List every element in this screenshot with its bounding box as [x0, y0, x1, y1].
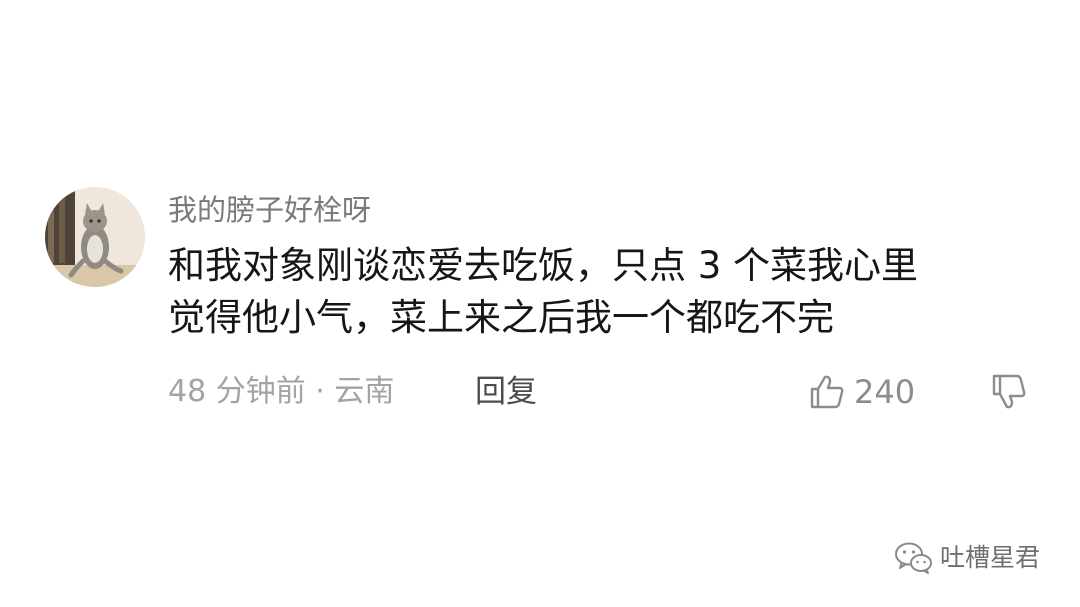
comment-line: 觉得他小气，菜上来之后我一个都吃不完 — [168, 296, 834, 339]
thumbs-up-icon — [810, 375, 844, 409]
wechat-icon — [895, 542, 932, 574]
comment-text: 和我对象刚谈恋爱去吃饭，只点 3 个菜我心里 觉得他小气，菜上来之后我一个都吃不… — [168, 240, 1028, 344]
comment-screenshot: 我的膀子好栓呀 和我对象刚谈恋爱去吃饭，只点 3 个菜我心里 觉得他小气，菜上来… — [0, 0, 1080, 607]
cat-photo-avatar — [45, 187, 145, 287]
reply-button[interactable]: 回复 — [475, 370, 537, 414]
thumbs-down-icon — [992, 374, 1026, 409]
comment-meta: 48 分钟前 · 云南 — [168, 374, 395, 409]
avatar[interactable] — [45, 187, 145, 287]
like-button[interactable]: 240 — [808, 370, 915, 414]
comment-line: 和我对象刚谈恋爱去吃饭，只点 3 个菜我心里 — [168, 244, 919, 287]
like-count: 240 — [854, 373, 916, 411]
username[interactable]: 我的膀子好栓呀 — [168, 190, 371, 230]
watermark: 吐槽星君 — [894, 540, 1040, 576]
dislike-button[interactable] — [990, 372, 1030, 416]
watermark-text: 吐槽星君 — [940, 543, 1041, 572]
